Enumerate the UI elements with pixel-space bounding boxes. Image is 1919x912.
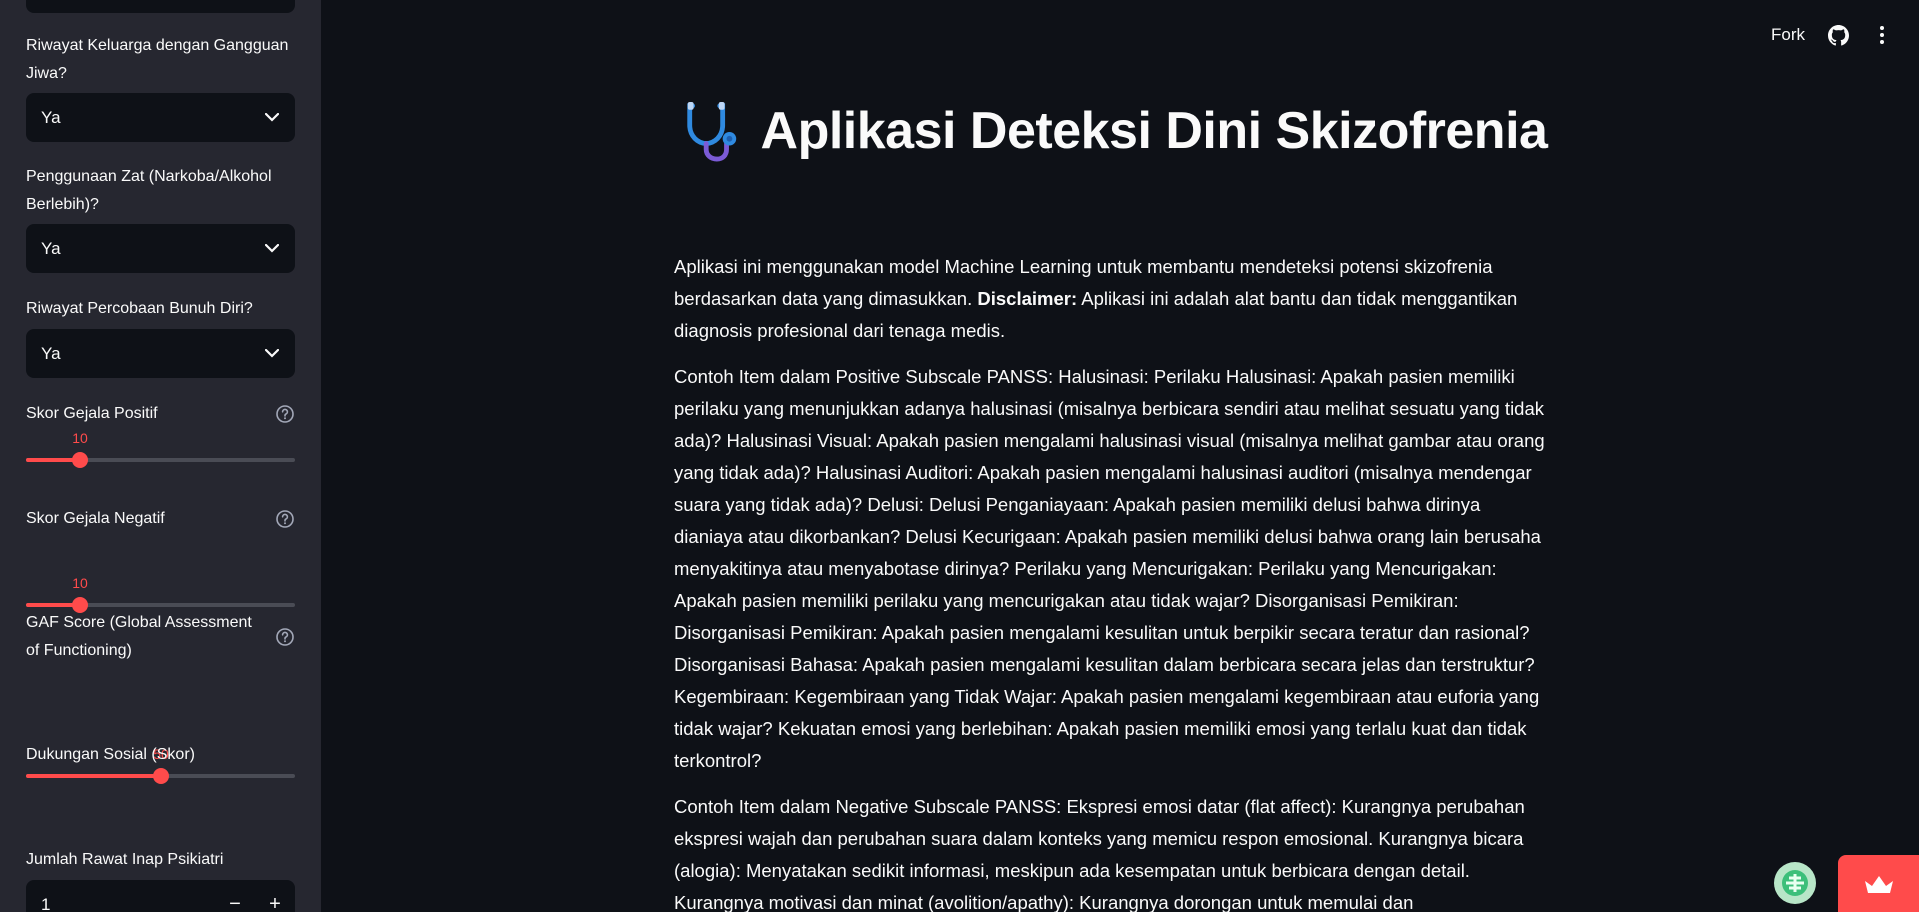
hospitalizations-input[interactable]: 1 − + bbox=[26, 880, 295, 912]
gaf-score-label: GAF Score (Global Assessment of Function… bbox=[26, 614, 252, 659]
header-toolbar: Fork bbox=[1771, 24, 1893, 46]
chevron-down-icon bbox=[265, 111, 279, 125]
intro-paragraph: Aplikasi ini menggunakan model Machine L… bbox=[674, 251, 1554, 347]
positive-subscale-paragraph: Contoh Item dalam Positive Subscale PANS… bbox=[674, 366, 1545, 771]
increment-button[interactable]: + bbox=[255, 893, 295, 912]
positive-score-slider[interactable]: 10 bbox=[26, 430, 295, 470]
positive-score-label: Skor Gejala Positif bbox=[26, 405, 158, 422]
more-menu-icon[interactable] bbox=[1871, 24, 1893, 46]
hospitalizations-label: Jumlah Rawat Inap Psikiatri bbox=[26, 851, 224, 868]
select-box-partial[interactable] bbox=[26, 0, 295, 13]
hospitalizations-value[interactable]: 1 bbox=[41, 895, 215, 912]
github-icon[interactable] bbox=[1827, 24, 1849, 46]
page-title: Aplikasi Deteksi Dini Skizofrenia bbox=[760, 102, 1548, 160]
description-block: Aplikasi ini menggunakan model Machine L… bbox=[674, 251, 1554, 912]
negative-score-label: Skor Gejala Negatif bbox=[26, 510, 165, 527]
slider-fill bbox=[26, 774, 161, 778]
substance-use-value: Ya bbox=[41, 238, 61, 258]
family-history-label: Riwayat Keluarga dengan Gangguan Jiwa? bbox=[26, 37, 289, 82]
fork-button[interactable]: Fork bbox=[1771, 25, 1805, 45]
chevron-down-icon bbox=[265, 242, 279, 256]
substance-use-label: Penggunaan Zat (Narkoba/Alkohol Berlebih… bbox=[26, 168, 272, 213]
slider-thumb[interactable] bbox=[72, 452, 88, 468]
suicide-history-value: Ya bbox=[41, 343, 61, 363]
family-history-value: Ya bbox=[41, 107, 61, 127]
chevron-down-icon bbox=[265, 347, 279, 361]
suicide-history-label: Riwayat Percobaan Bunuh Diri? bbox=[26, 300, 253, 317]
family-history-select[interactable]: Ya bbox=[26, 93, 295, 142]
streamlit-crown-icon[interactable] bbox=[1838, 855, 1919, 912]
slider-value: 10 bbox=[72, 575, 88, 591]
disclaimer-label: Disclaimer: bbox=[977, 288, 1078, 309]
substance-use-select[interactable]: Ya bbox=[26, 224, 295, 273]
help-icon[interactable] bbox=[275, 509, 295, 529]
suicide-history-select[interactable]: Ya bbox=[26, 329, 295, 378]
decrement-button[interactable]: − bbox=[215, 893, 255, 912]
social-support-label: Dukungan Sosial (Skor) bbox=[26, 746, 195, 763]
slider-value: 10 bbox=[72, 430, 88, 446]
help-icon[interactable] bbox=[275, 404, 295, 424]
page-header: Aplikasi Deteksi Dini Skizofrenia bbox=[674, 100, 1554, 162]
stethoscope-icon bbox=[686, 101, 736, 162]
slider-thumb[interactable] bbox=[153, 768, 169, 784]
sidebar: Riwayat Keluarga dengan Gangguan Jiwa? Y… bbox=[0, 0, 321, 912]
viewer-avatar-icon[interactable] bbox=[1774, 862, 1816, 904]
negative-subscale-paragraph: Contoh Item dalam Negative Subscale PANS… bbox=[674, 796, 1525, 912]
help-icon[interactable] bbox=[275, 627, 295, 647]
